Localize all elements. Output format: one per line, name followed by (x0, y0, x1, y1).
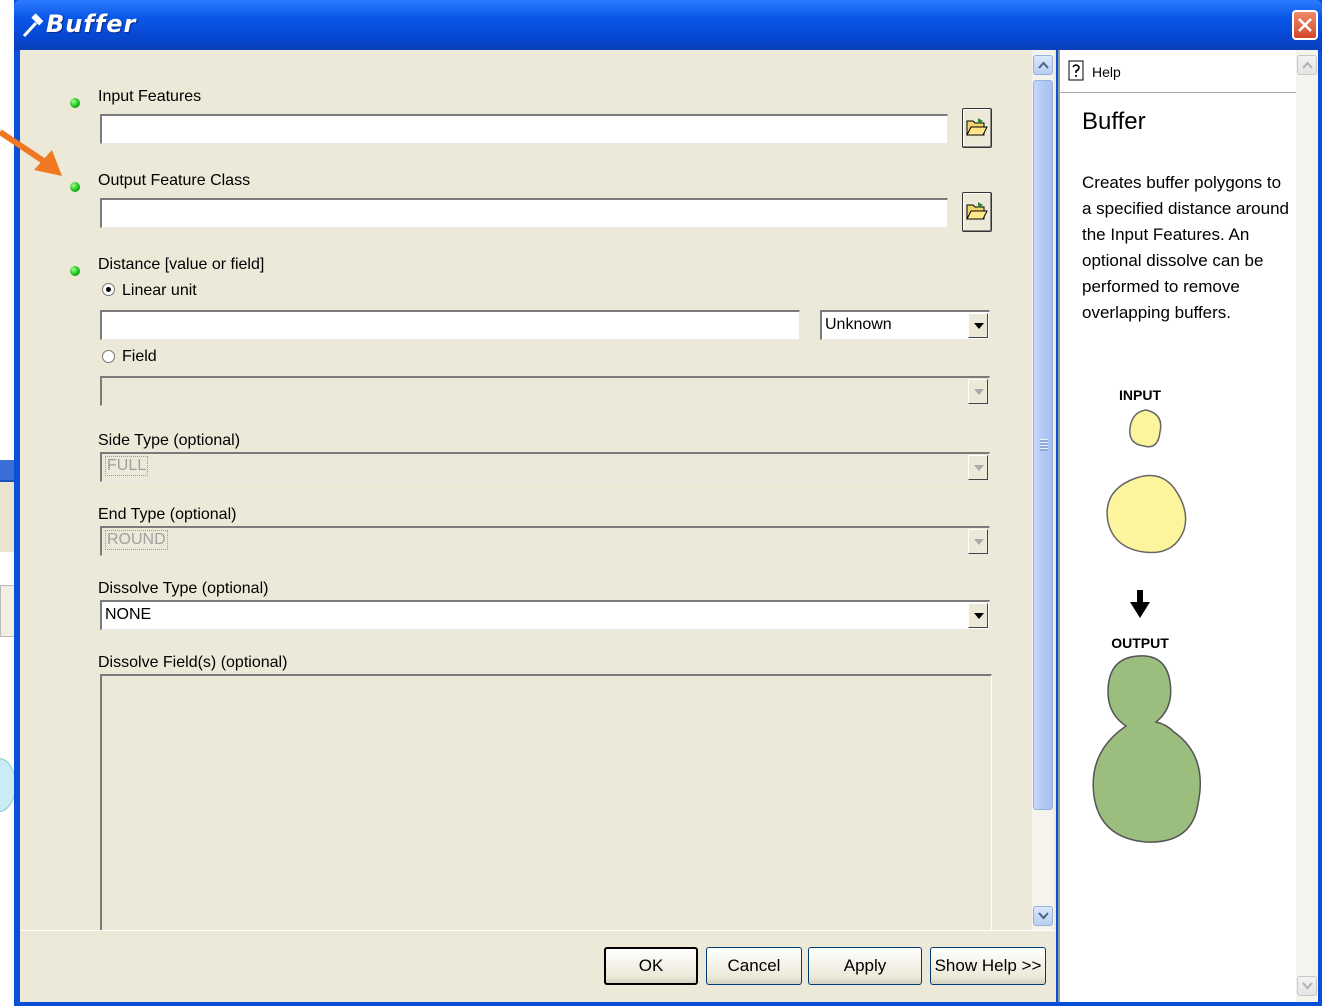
ok-button[interactable]: OK (604, 947, 698, 985)
side-type-label: Side Type (optional) (98, 432, 241, 449)
apply-button[interactable]: Apply (808, 947, 922, 985)
output-feature-class-label: Output Feature Class (98, 172, 251, 189)
help-icon (1068, 60, 1084, 81)
help-scrollbar[interactable] (1296, 50, 1318, 1002)
output-feature-class-browse-button[interactable] (962, 192, 992, 232)
cancel-button[interactable]: Cancel (706, 947, 802, 985)
end-type-dropdown: ROUND (100, 526, 990, 556)
button-bar: OK Cancel Apply Show Help >> (20, 930, 1056, 1003)
help-pane: Help Buffer Creates buffer polygons to a… (1058, 50, 1318, 1002)
help-header: Help (1060, 50, 1296, 93)
down-arrow-icon (1302, 982, 1313, 990)
up-arrow-icon (1038, 61, 1049, 69)
input-features-field[interactable] (100, 114, 948, 144)
title-bar[interactable]: Buffer (14, 0, 1322, 50)
form-scrollbar[interactable] (1032, 50, 1054, 930)
background-window-sliver (0, 480, 14, 552)
dissolve-type-selected: NONE (105, 606, 152, 623)
dissolve-type-label: Dissolve Type (optional) (98, 580, 269, 597)
field-radio[interactable] (102, 350, 115, 363)
hammer-icon (22, 13, 44, 38)
distance-field-dropdown (100, 376, 990, 406)
help-scroll-up-button[interactable] (1297, 55, 1317, 75)
linear-unit-label: Linear unit (122, 282, 197, 299)
distance-label: Distance [value or field] (98, 256, 265, 273)
diagram-output-label: OUTPUT (1111, 635, 1169, 651)
end-type-label: End Type (optional) (98, 506, 237, 523)
close-icon (1298, 18, 1312, 32)
input-features-label: Input Features (98, 88, 202, 105)
diagram-input-label: INPUT (1119, 387, 1161, 403)
dissolve-fields-label: Dissolve Field(s) (optional) (98, 654, 288, 671)
buffer-dialog-window: Buffer Input Features Output Feature Cla… (14, 0, 1322, 1006)
up-arrow-icon (1302, 61, 1313, 69)
help-description: Creates buffer polygons to a specified d… (1082, 173, 1289, 322)
linear-unit-selected: Unknown (825, 316, 892, 333)
help-title: Buffer (1082, 108, 1146, 135)
down-arrow-icon[interactable] (968, 313, 988, 338)
folder-open-icon (966, 118, 988, 136)
down-arrow-icon (1038, 912, 1049, 920)
input-polygon-small (1129, 409, 1162, 448)
side-type-selected: FULL (105, 456, 149, 476)
dissolve-type-dropdown[interactable]: NONE (100, 600, 990, 630)
scroll-up-button[interactable] (1033, 55, 1053, 75)
dialog-body: Input Features Output Feature Class Dist… (20, 50, 1056, 1002)
scroll-thumb[interactable] (1033, 80, 1053, 810)
parameter-form: Input Features Output Feature Class Dist… (20, 50, 1030, 930)
buffer-illustration: INPUT OUTPUT (1092, 387, 1201, 843)
close-button[interactable] (1292, 10, 1318, 40)
distance-value-field[interactable] (100, 310, 800, 340)
required-indicator (70, 98, 80, 108)
help-scroll-down-button[interactable] (1297, 976, 1317, 996)
scroll-grip (1040, 439, 1048, 451)
end-type-selected: ROUND (105, 530, 168, 550)
input-polygon-large (1106, 474, 1187, 554)
show-help-button[interactable]: Show Help >> (930, 947, 1046, 985)
background-window-sliver (0, 460, 14, 480)
dissolve-fields-list[interactable] (100, 674, 992, 930)
required-indicator (70, 266, 80, 276)
annotation-arrow-icon (0, 129, 62, 176)
window-title: Buffer (46, 10, 137, 38)
scroll-down-button[interactable] (1033, 906, 1053, 926)
linear-unit-radio[interactable] (102, 283, 115, 296)
input-features-browse-button[interactable] (962, 108, 992, 148)
down-arrow-icon (968, 379, 988, 404)
linear-unit-dropdown[interactable]: Unknown (820, 310, 990, 340)
output-buffer-polygon (1092, 655, 1201, 843)
folder-open-icon (966, 202, 988, 220)
help-header-label: Help (1092, 64, 1121, 80)
down-arrow-icon (1130, 590, 1150, 618)
down-arrow-icon[interactable] (968, 603, 988, 628)
field-label: Field (122, 348, 157, 365)
down-arrow-icon (968, 455, 988, 480)
down-arrow-icon (968, 529, 988, 554)
side-type-dropdown: FULL (100, 452, 990, 482)
output-feature-class-field[interactable] (100, 198, 948, 228)
